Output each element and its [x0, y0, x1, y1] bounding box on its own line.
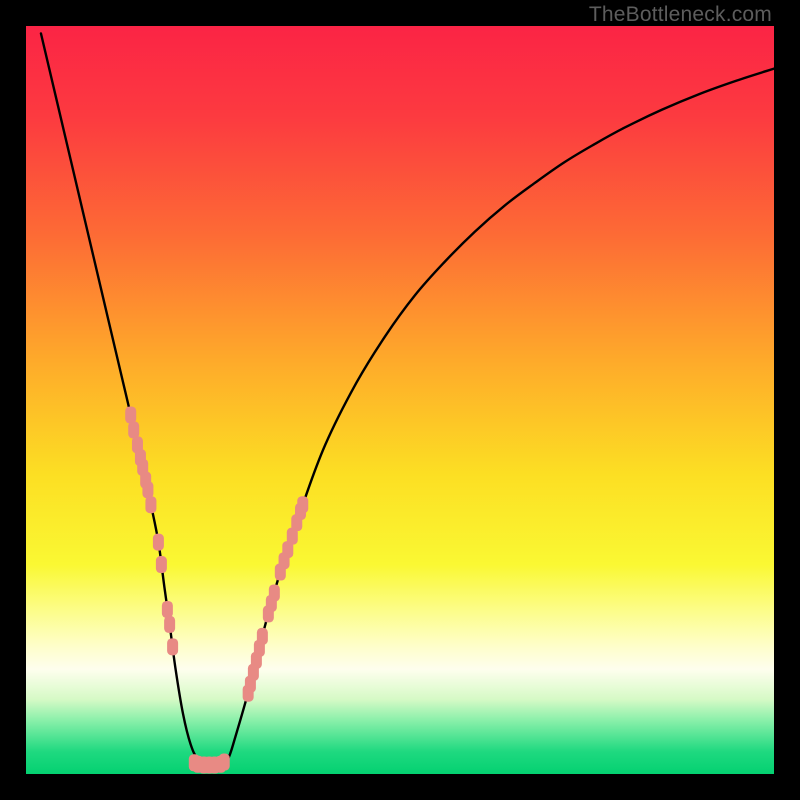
bottleneck-curve	[41, 33, 774, 765]
curve-marker	[128, 421, 139, 438]
curve-marker	[125, 406, 136, 423]
curve-marker	[167, 638, 178, 655]
curve-layer	[26, 26, 774, 774]
curve-marker	[269, 584, 280, 601]
curve-marker	[219, 754, 230, 771]
watermark-text: TheBottleneck.com	[589, 3, 772, 27]
curve-marker	[153, 534, 164, 551]
curve-markers	[125, 406, 308, 773]
curve-marker	[297, 496, 308, 513]
chart-frame: TheBottleneck.com	[0, 0, 800, 800]
curve-marker	[164, 616, 175, 633]
curve-marker	[257, 628, 268, 645]
curve-marker	[162, 601, 173, 618]
curve-marker	[142, 481, 153, 498]
curve-marker	[145, 496, 156, 513]
plot-area	[26, 26, 774, 774]
curve-marker	[156, 556, 167, 573]
